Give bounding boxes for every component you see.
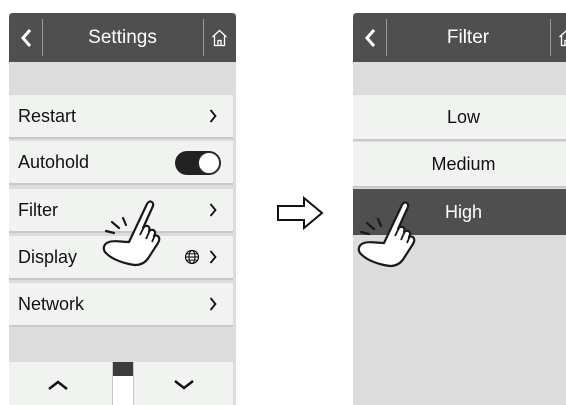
hand-pointer-icon (357, 201, 416, 268)
menu-item-label: Display (18, 246, 78, 267)
home-icon (559, 29, 566, 46)
chevron-right-icon (209, 297, 217, 311)
autohold-toggle[interactable] (175, 151, 221, 175)
scroll-thumb[interactable] (113, 362, 133, 376)
menu-item-label: Network (18, 293, 85, 314)
chevron-right-icon (209, 203, 217, 217)
arrow-right-outline-icon (277, 196, 324, 230)
menu-item-label: Filter (18, 199, 58, 220)
page-title: Filter (446, 26, 490, 48)
option-label: High (444, 201, 483, 222)
menu-item-label: Restart (18, 105, 77, 126)
home-icon (212, 29, 227, 46)
scroll-bar (9, 362, 233, 405)
chevron-up-icon (48, 380, 68, 390)
scroll-down-button[interactable] (169, 374, 199, 396)
menu-item-label: Autohold (18, 151, 90, 172)
home-button[interactable] (203, 13, 236, 62)
chevron-left-icon (364, 28, 375, 47)
settings-topbar: Settings (9, 13, 236, 62)
back-button[interactable] (353, 13, 386, 62)
menu-item-restart[interactable]: Restart (9, 95, 233, 139)
toggle-knob (198, 152, 220, 174)
chevron-down-icon (174, 380, 194, 390)
globe-icon (184, 249, 200, 265)
chevron-right-icon (209, 109, 217, 123)
filter-option-medium[interactable]: Medium (353, 142, 566, 188)
menu-item-autohold[interactable]: Autohold (9, 141, 233, 185)
option-label: Medium (431, 153, 496, 174)
filter-option-low[interactable]: Low (353, 95, 566, 141)
hand-pointer-icon (102, 200, 161, 267)
home-button[interactable] (550, 13, 566, 62)
menu-item-network[interactable]: Network (9, 283, 233, 327)
scroll-up-button[interactable] (43, 374, 73, 396)
back-button[interactable] (9, 13, 42, 62)
option-label: Low (446, 106, 481, 127)
scroll-track[interactable] (112, 362, 134, 405)
page-title: Settings (88, 26, 157, 48)
chevron-left-icon (20, 28, 31, 47)
filter-topbar: Filter (353, 13, 566, 62)
chevron-right-icon (209, 250, 217, 264)
